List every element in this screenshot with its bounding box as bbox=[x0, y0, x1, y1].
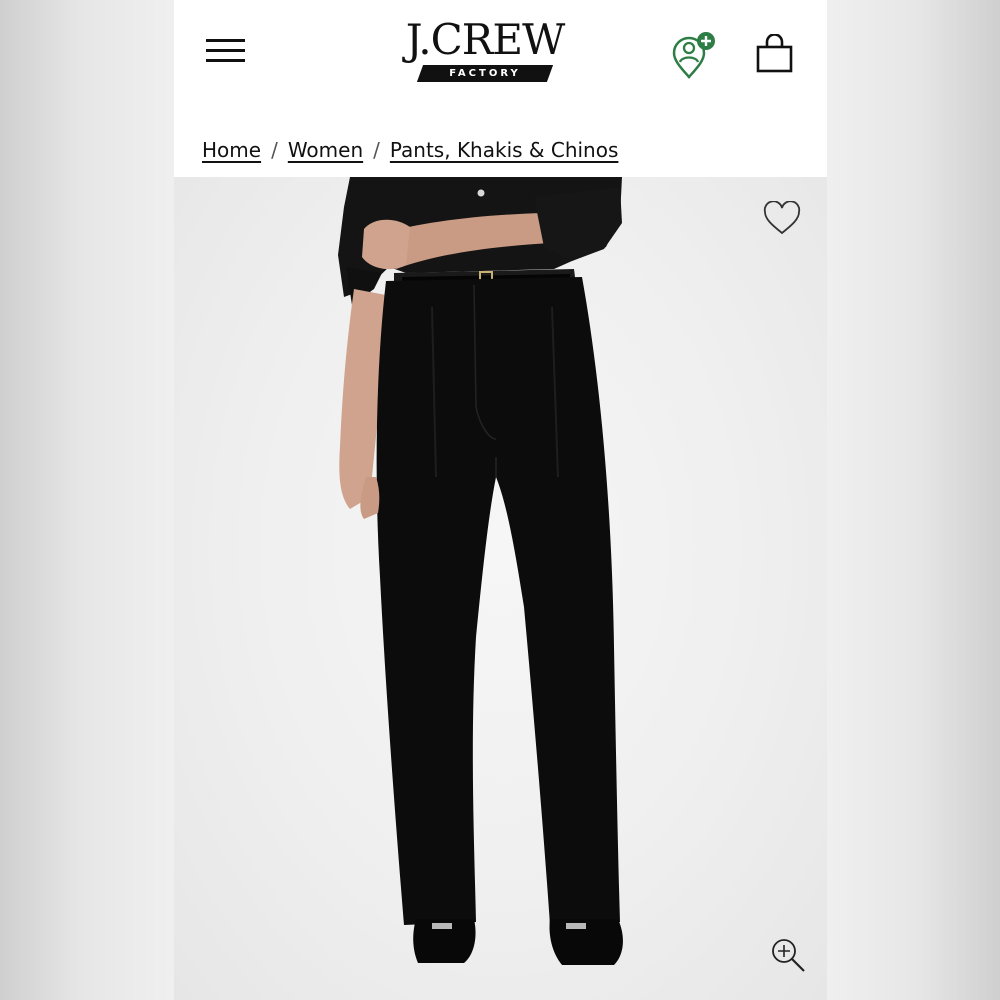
heart-outline-icon[interactable] bbox=[762, 200, 802, 237]
logo-tagline: FACTORY bbox=[449, 68, 521, 79]
zoom-in-icon[interactable] bbox=[768, 935, 808, 975]
product-image[interactable] bbox=[174, 177, 827, 1000]
breadcrumb: Home / Women / Pants, Khakis & Chinos bbox=[202, 138, 618, 168]
breadcrumb-pants-khakis-chinos[interactable]: Pants, Khakis & Chinos bbox=[390, 138, 619, 162]
logo-wordmark: J.CREW bbox=[405, 15, 566, 64]
site-header: J.CREW FACTORY bbox=[174, 0, 827, 105]
logo-tagline-badge: FACTORY bbox=[416, 65, 554, 82]
hamburger-menu-icon[interactable] bbox=[206, 39, 246, 63]
breadcrumb-women[interactable]: Women bbox=[288, 138, 363, 162]
breadcrumb-separator: / bbox=[271, 138, 278, 162]
account-add-icon[interactable] bbox=[670, 31, 718, 79]
breadcrumb-home[interactable]: Home bbox=[202, 138, 261, 162]
product-model-photo bbox=[338, 177, 623, 965]
shopping-bag-icon[interactable] bbox=[754, 33, 796, 74]
jcrew-factory-logo[interactable]: J.CREW FACTORY bbox=[399, 18, 571, 88]
page: J.CREW FACTORY Home / Women / Pants, Khakis … bbox=[174, 0, 827, 1000]
breadcrumb-separator: / bbox=[373, 138, 380, 162]
